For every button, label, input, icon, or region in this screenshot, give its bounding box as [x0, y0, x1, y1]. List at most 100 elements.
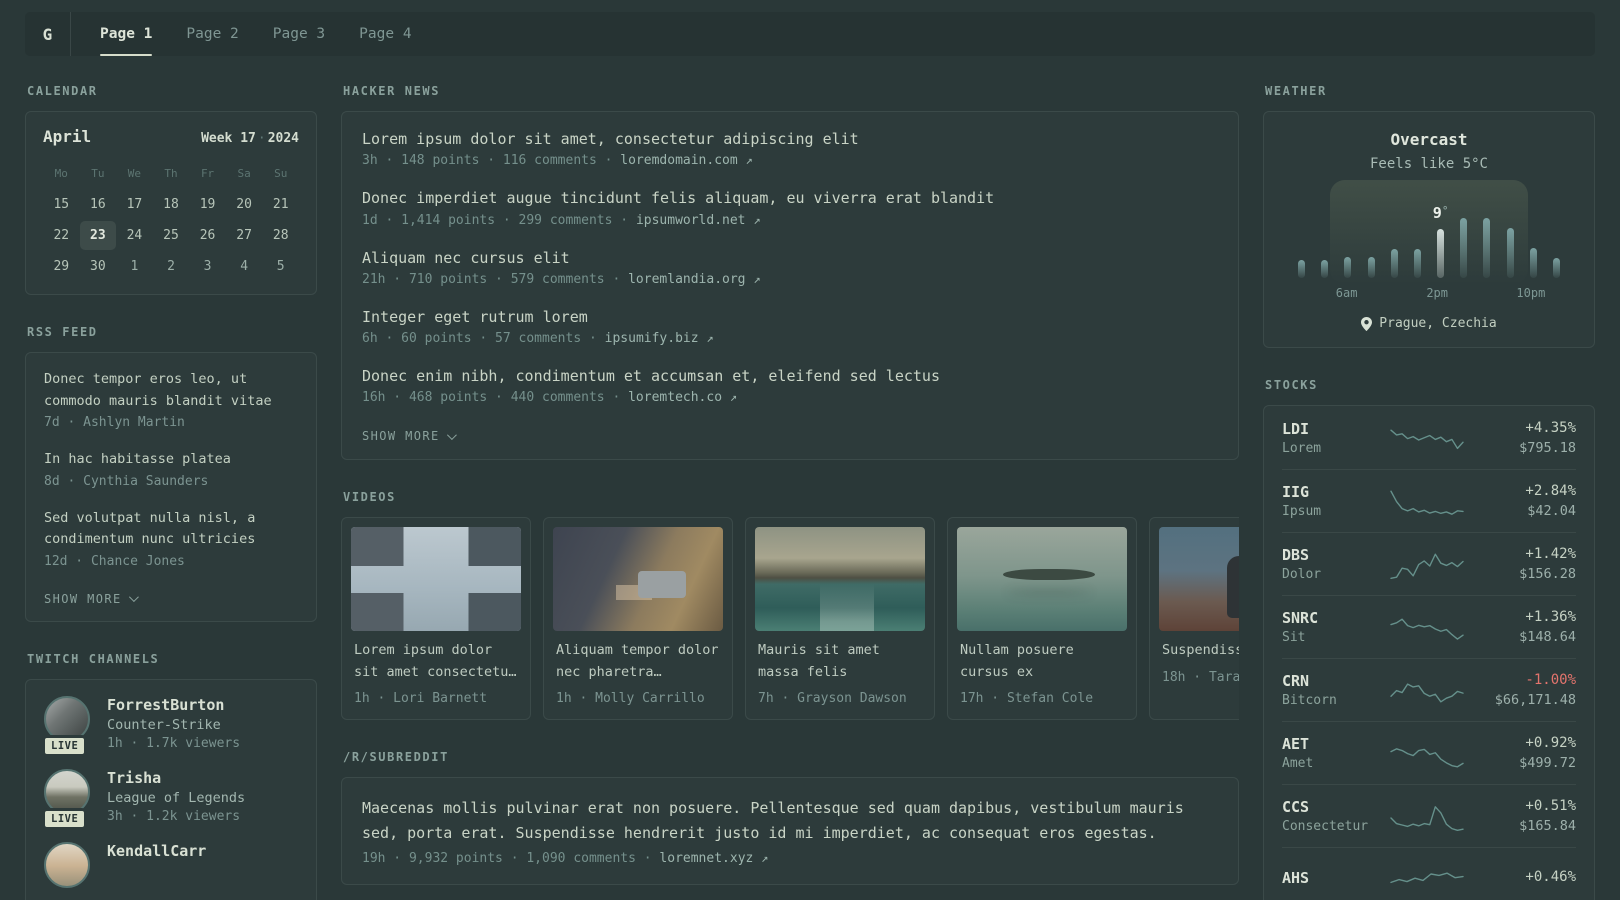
video-meta: 18h · Tara: [1162, 669, 1239, 685]
current-temperature-label: 9°: [1432, 204, 1449, 222]
hackernews-header: HACKER NEWS: [343, 84, 441, 98]
stock-change: +4.35%: [1525, 419, 1576, 436]
video-title[interactable]: Nullam posuere cursus ex: [948, 631, 1136, 683]
tab-page-3[interactable]: Page 3: [256, 12, 342, 56]
reddit-post-title[interactable]: Maecenas mollis pulvinar erat non posuer…: [362, 796, 1218, 846]
reddit-post[interactable]: Maecenas mollis pulvinar erat non posuer…: [362, 796, 1218, 866]
weather-tick: [1381, 286, 1404, 300]
video-thumbnail[interactable]: [755, 527, 925, 632]
stock-row[interactable]: DBS Dolor +1.42% $156.28: [1282, 532, 1576, 595]
twitch-channel[interactable]: KendallCarr: [44, 841, 298, 888]
hn-item-domain-link[interactable]: loremlandia.org: [628, 272, 745, 287]
video-title[interactable]: Suspendisse diam: [1150, 631, 1239, 662]
app-logo[interactable]: G: [25, 12, 71, 56]
stock-row[interactable]: CCS Consectetur +0.51% $165.84: [1282, 784, 1576, 847]
stock-symbol[interactable]: DBS: [1282, 546, 1382, 564]
hn-show-more-button[interactable]: SHOW MORE: [362, 429, 457, 443]
hn-item-domain-link[interactable]: loremtech.co: [628, 390, 722, 405]
stock-symbol[interactable]: IIG: [1282, 483, 1382, 501]
tab-page-4[interactable]: Page 4: [342, 12, 428, 56]
weather-hour-column: [1313, 260, 1336, 278]
hn-item[interactable]: Donec enim nibh, condimentum et accumsan…: [362, 366, 1218, 405]
hn-item-title[interactable]: Aliquam nec cursus elit: [362, 248, 1218, 268]
video-title[interactable]: Lorem ipsum dolor sit amet consectetu…: [342, 631, 530, 683]
calendar-day-selected: 23: [79, 221, 117, 250]
twitch-channel[interactable]: LIVE Trisha League of Legends 3h · 1.2k …: [42, 768, 298, 830]
subreddit-header: /R/SUBREDDIT: [343, 750, 449, 765]
video-thumbnail[interactable]: [351, 527, 521, 632]
subreddit-card: Maecenas mollis pulvinar erat non posuer…: [341, 777, 1239, 885]
video-thumbnail[interactable]: [957, 527, 1127, 632]
channel-name[interactable]: KendallCarr: [107, 842, 206, 860]
channel-name[interactable]: ForrestBurton: [107, 696, 240, 714]
hn-item-title[interactable]: Lorem ipsum dolor sit amet, consectetur …: [362, 129, 1218, 149]
hn-meta-text: 1d · 1,414 points · 299 comments ·: [362, 212, 636, 228]
video-card[interactable]: Mauris sit amet massa felis 7h · Grayson…: [745, 517, 935, 721]
stock-price: $795.18: [1519, 439, 1576, 456]
hn-item-domain-link[interactable]: loremdomain.com: [620, 153, 737, 168]
stocks-header: STOCKS: [1265, 378, 1318, 392]
weather-feels-like: Feels like 5°C: [1369, 156, 1488, 172]
weather-tick: [1545, 286, 1568, 300]
tab-page-1[interactable]: Page 1: [83, 12, 169, 56]
video-title[interactable]: Aliquam tempor dolor nec pharetra…: [544, 631, 732, 683]
stock-symbol[interactable]: LDI: [1282, 420, 1382, 438]
stock-row[interactable]: AHS +0.46%: [1282, 847, 1576, 900]
video-meta: 7h · Grayson Dawson: [758, 691, 907, 707]
video-card[interactable]: Suspendisse diam 18h · Tara: [1149, 517, 1239, 721]
rss-show-more-button[interactable]: SHOW MORE: [44, 592, 139, 606]
stock-symbol[interactable]: AET: [1282, 735, 1382, 753]
stock-symbol[interactable]: AHS: [1282, 869, 1382, 887]
calendar-card: April Week 17 · 2024 Mo Tu We Th Fr Sa Su 15 16 17 1…: [25, 111, 317, 295]
rss-item[interactable]: In hac habitasse platea 8d · Cynthia Sau…: [44, 449, 298, 489]
video-card[interactable]: Aliquam tempor dolor nec pharetra… 1h · …: [543, 517, 733, 721]
stock-price: $156.28: [1519, 566, 1576, 582]
stock-row[interactable]: SNRC Sit +1.36% $148.64: [1282, 595, 1576, 658]
weather-tick: [1494, 286, 1517, 300]
hn-item[interactable]: Integer eget rutrum lorem 6h · 60 points…: [362, 307, 1218, 346]
hn-item-title[interactable]: Integer eget rutrum lorem: [362, 307, 1218, 327]
stock-row[interactable]: IIG Ipsum +2.84% $42.04: [1282, 469, 1576, 532]
hn-item-title[interactable]: Donec imperdiet augue tincidunt felis al…: [362, 188, 1218, 208]
hn-item[interactable]: Donec imperdiet augue tincidunt felis al…: [362, 188, 1218, 227]
weather-bar: [1483, 218, 1491, 278]
hackernews-card: Lorem ipsum dolor sit amet, consectetur …: [341, 111, 1239, 461]
stock-row[interactable]: CRN Bitcorn -1.00% $66,171.48: [1282, 658, 1576, 721]
calendar-day: 18: [163, 197, 179, 212]
twitch-channel[interactable]: LIVE ForrestBurton Counter-Strike 1h · 1…: [42, 695, 298, 757]
tab-page-2[interactable]: Page 2: [169, 12, 255, 56]
hn-item-domain-link[interactable]: ipsumworld.net: [636, 213, 746, 228]
calendar-weekday: Sa: [237, 167, 251, 180]
live-badge: LIVE: [42, 807, 88, 830]
video-thumbnail[interactable]: [1159, 527, 1239, 632]
weather-hourly-chart: 9° 6am 2pm 10pm: [1290, 180, 1568, 300]
stock-symbol[interactable]: CCS: [1282, 798, 1382, 816]
stock-row[interactable]: LDI Lorem +4.35% $795.18: [1282, 406, 1576, 469]
rss-item-title[interactable]: In hac habitasse platea: [44, 449, 298, 471]
live-badge: LIVE: [42, 734, 88, 757]
left-column: CALENDAR April Week 17 · 2024 Mo Tu We Th Fr Sa…: [25, 84, 317, 900]
video-card[interactable]: Nullam posuere cursus ex 17h · Stefan Co…: [947, 517, 1137, 721]
hn-item[interactable]: Lorem ipsum dolor sit amet, consectetur …: [362, 129, 1218, 168]
rss-item-meta: 8d · Cynthia Saunders: [44, 473, 209, 489]
rss-item-title[interactable]: Sed volutpat nulla nisl, a condimentum n…: [44, 508, 298, 551]
reddit-post-domain-link[interactable]: loremnet.xyz: [659, 851, 753, 866]
hn-item-title[interactable]: Donec enim nibh, condimentum et accumsan…: [362, 366, 1218, 386]
rss-item[interactable]: Sed volutpat nulla nisl, a condimentum n…: [44, 508, 298, 569]
stock-row[interactable]: AET Amet +0.92% $499.72: [1282, 721, 1576, 784]
stock-sparkline: [1382, 672, 1472, 708]
weather-location[interactable]: Prague, Czechia: [1284, 316, 1574, 331]
hn-item[interactable]: Aliquam nec cursus elit 21h · 710 points…: [362, 248, 1218, 287]
video-title[interactable]: Mauris sit amet massa felis: [746, 631, 934, 683]
channel-name[interactable]: Trisha: [107, 769, 245, 787]
video-card[interactable]: Lorem ipsum dolor sit amet consectetu… 1…: [341, 517, 531, 721]
video-thumbnail[interactable]: [553, 527, 723, 632]
rss-item-title[interactable]: Donec tempor eros leo, ut commodo mauris…: [44, 369, 298, 412]
stock-symbol[interactable]: CRN: [1282, 672, 1382, 690]
calendar-day: 4: [240, 259, 249, 274]
stock-symbol[interactable]: SNRC: [1282, 609, 1382, 627]
hn-item-domain-link[interactable]: ipsumify.biz: [605, 331, 699, 346]
videos-header: VIDEOS: [343, 490, 396, 505]
rss-card: Donec tempor eros leo, ut commodo mauris…: [25, 352, 317, 622]
rss-item[interactable]: Donec tempor eros leo, ut commodo mauris…: [44, 369, 298, 430]
